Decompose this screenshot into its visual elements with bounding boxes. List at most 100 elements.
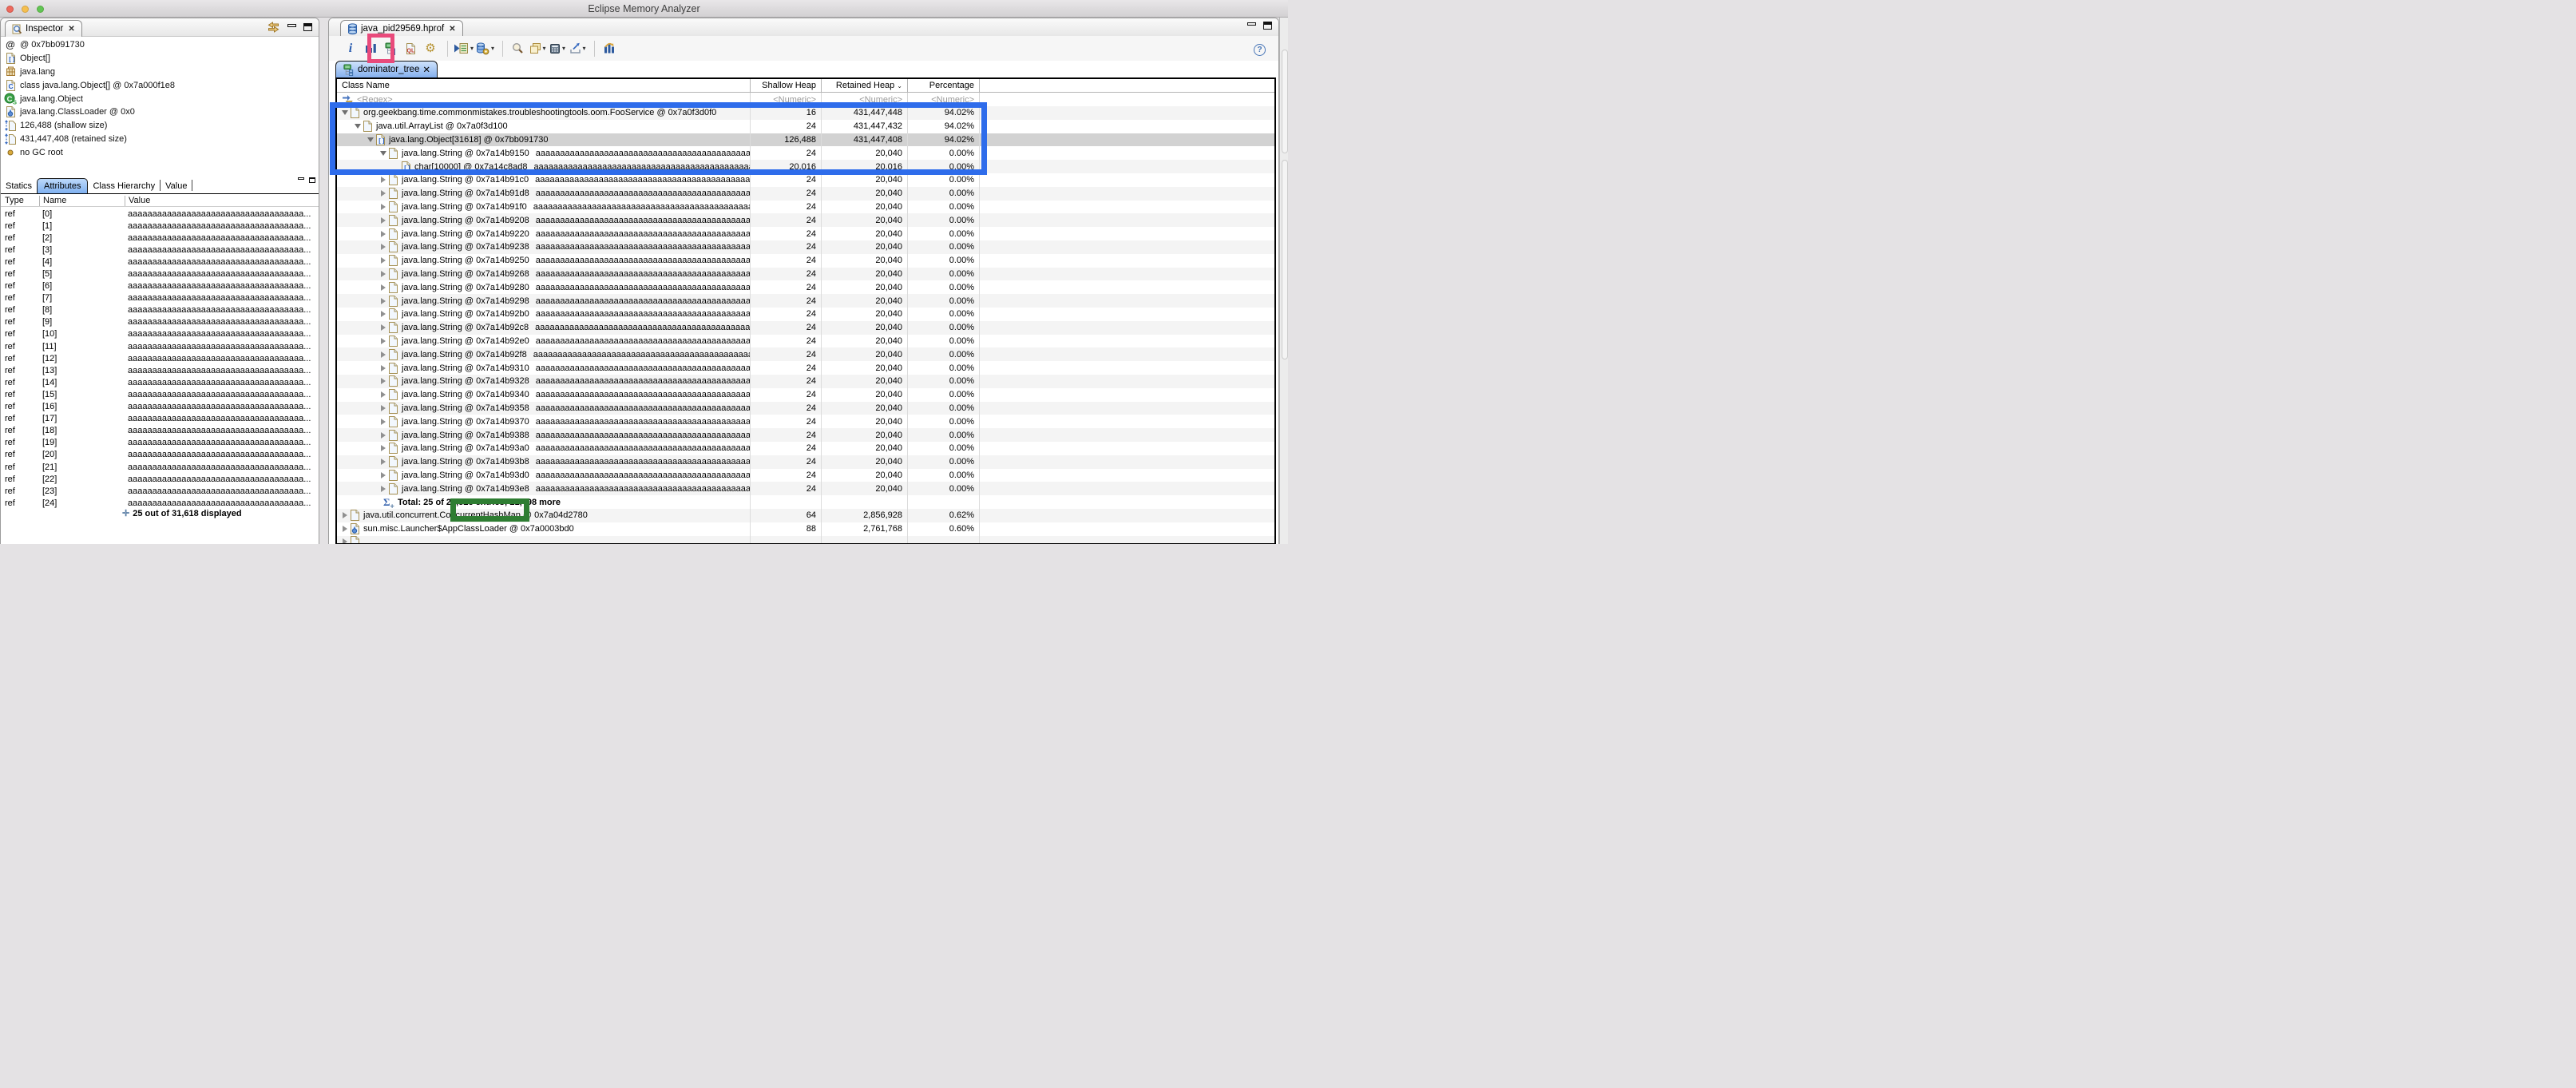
dominator-tree-button[interactable] (382, 39, 399, 58)
attribute-row[interactable]: ref[20]aaaaaaaaaaaaaaaaaaaaaaaaaaaaaaaaa… (1, 449, 319, 461)
attribute-row[interactable]: ref[9]aaaaaaaaaaaaaaaaaaaaaaaaaaaaaaaaaa… (1, 316, 319, 328)
tree-row[interactable]: java.lang.String @ 0x7a14b92c8aaaaaaaaaa… (337, 321, 1274, 335)
attribute-row[interactable]: ref[23]aaaaaaaaaaaaaaaaaaaaaaaaaaaaaaaaa… (1, 485, 319, 497)
tree-row[interactable]: java.lang.String @ 0x7a14b92e0aaaaaaaaaa… (337, 335, 1274, 348)
inspector-item[interactable]: java.lang (1, 66, 319, 79)
expand-icon[interactable] (381, 204, 386, 210)
tree-row[interactable]: java.lang.String @ 0x7a14b9328aaaaaaaaaa… (337, 375, 1274, 388)
tree-row[interactable]: java.lang.String @ 0x7a14b91f0aaaaaaaaaa… (337, 201, 1274, 214)
minimize-editor-icon[interactable] (1247, 22, 1256, 26)
customize-button[interactable]: ⚙ (422, 39, 439, 58)
tree-row[interactable]: java.lang.String @ 0x7a14b91c0aaaaaaaaaa… (337, 173, 1274, 187)
expand-icon[interactable] (381, 217, 386, 224)
expand-icon[interactable] (381, 419, 386, 425)
attribute-row[interactable]: ref[19]aaaaaaaaaaaaaaaaaaaaaaaaaaaaaaaaa… (1, 437, 319, 449)
attribute-row[interactable]: ref[6]aaaaaaaaaaaaaaaaaaaaaaaaaaaaaaaaaa… (1, 280, 319, 292)
column-header-value[interactable]: Value (125, 196, 319, 206)
tree-row[interactable]: java.lang.String @ 0x7a14b9238aaaaaaaaaa… (337, 240, 1274, 254)
calculator-button[interactable]: ▾ (549, 39, 566, 58)
minimize-view-icon[interactable] (287, 24, 296, 27)
expand-icon[interactable] (381, 231, 386, 237)
inspector-item[interactable]: @@ 0x7bb091730 (1, 38, 319, 52)
tree-row[interactable]: java.lang.String @ 0x7a14b92b0aaaaaaaaaa… (337, 308, 1274, 321)
tree-row[interactable]: java.lang.String @ 0x7a14b9340aaaaaaaaaa… (337, 388, 1274, 402)
tree-total-row[interactable]: Σ+Total: 25 of 21,523 entries; 21,498 mo… (337, 495, 1274, 509)
class-name-filter-input[interactable]: <Regex> (357, 95, 393, 105)
inspector-item[interactable]: java.lang.ClassLoader @ 0x0 (1, 105, 319, 119)
expand-icon[interactable] (381, 405, 386, 411)
expand-icon[interactable] (381, 271, 386, 277)
inspector-item[interactable]: 431,447,408 (retained size) (1, 133, 319, 146)
collapse-icon[interactable] (380, 151, 386, 156)
column-header-percentage[interactable]: Percentage (907, 79, 979, 92)
tree-row[interactable]: java.lang.String @ 0x7a14b9268aaaaaaaaaa… (337, 268, 1274, 281)
retained-heap-filter-input[interactable]: <Numeric> (821, 93, 907, 106)
expand-icon[interactable] (343, 526, 347, 532)
attribute-row[interactable]: ref[22]aaaaaaaaaaaaaaaaaaaaaaaaaaaaaaaaa… (1, 473, 319, 485)
tab-attributes[interactable]: Attributes (37, 178, 88, 193)
expand-icon[interactable] (381, 486, 386, 492)
tree-row[interactable]: java.lang.String @ 0x7a14b91d8aaaaaaaaaa… (337, 187, 1274, 201)
link-with-snapshot-icon[interactable] (267, 22, 280, 33)
column-header-class-name[interactable]: Class Name (337, 81, 750, 90)
attribute-row[interactable]: ref[14]aaaaaaaaaaaaaaaaaaaaaaaaaaaaaaaaa… (1, 376, 319, 388)
chevron-down-icon[interactable]: ▾ (583, 45, 586, 52)
attribute-row[interactable]: ref[1]aaaaaaaaaaaaaaaaaaaaaaaaaaaaaaaaaa… (1, 220, 319, 232)
attribute-row[interactable]: ref[21]aaaaaaaaaaaaaaaaaaaaaaaaaaaaaaaaa… (1, 461, 319, 473)
attribute-row[interactable]: ref[10]aaaaaaaaaaaaaaaaaaaaaaaaaaaaaaaaa… (1, 328, 319, 340)
expand-icon[interactable] (381, 177, 386, 183)
expand-icon[interactable] (381, 391, 386, 398)
compare-button[interactable] (600, 39, 618, 58)
tree-row[interactable]: sun.misc.Launcher$AppClassLoader @ 0x7a0… (337, 522, 1274, 536)
expand-icon[interactable] (381, 365, 386, 371)
tree-row[interactable]: java.util.ArrayList @ 0x7a0f3d10024431,4… (337, 120, 1274, 133)
attribute-row[interactable]: ref[18]aaaaaaaaaaaaaaaaaaaaaaaaaaaaaaaaa… (1, 425, 319, 437)
expand-icon[interactable] (381, 244, 386, 250)
maximize-view-icon[interactable] (303, 23, 312, 31)
attribute-row[interactable]: ref[3]aaaaaaaaaaaaaaaaaaaaaaaaaaaaaaaaaa… (1, 244, 319, 256)
close-window-button[interactable] (6, 6, 14, 13)
help-icon[interactable]: ? (1254, 44, 1266, 56)
column-header-shallow-heap[interactable]: Shallow Heap (750, 79, 821, 92)
tree-row[interactable]: []java.lang.Object[31618] @ 0x7bb0917301… (337, 133, 1274, 147)
tab-value[interactable]: Value (161, 179, 192, 193)
tab-statics[interactable]: Statics (1, 179, 37, 193)
tree-row[interactable]: java.util.concurrent.ConcurrentHashMap @… (337, 509, 1274, 522)
attribute-row[interactable]: ref[16]aaaaaaaaaaaaaaaaaaaaaaaaaaaaaaaaa… (1, 401, 319, 413)
tree-row[interactable]: java.lang.String @ 0x7a14b9220aaaaaaaaaa… (337, 227, 1274, 240)
heap-overview-button[interactable]: ▾ (476, 39, 494, 58)
group-by-button[interactable]: ▾ (529, 39, 546, 58)
tree-row[interactable]: java.lang.String @ 0x7a14b9310aaaaaaaaaa… (337, 361, 1274, 375)
close-icon[interactable]: ✕ (449, 25, 455, 34)
expand-icon[interactable] (381, 311, 386, 317)
inspector-item[interactable]: []Object[] (1, 52, 319, 66)
export-button[interactable]: ▾ (569, 39, 586, 58)
expand-icon[interactable] (381, 284, 386, 291)
tree-row[interactable]: org.geekbang.time.commonmistakes.trouble… (337, 106, 1274, 120)
query-browser-button[interactable]: ▾ (454, 39, 474, 58)
attribute-row[interactable]: ref[7]aaaaaaaaaaaaaaaaaaaaaaaaaaaaaaaaaa… (1, 292, 319, 304)
collapse-icon[interactable] (367, 137, 374, 142)
column-header-name[interactable]: Name (39, 196, 125, 206)
collapse-icon[interactable] (355, 124, 361, 129)
tree-row[interactable]: java.lang.String @ 0x7a14b93e8aaaaaaaaaa… (337, 482, 1274, 495)
tree-row-partial[interactable] (337, 536, 1274, 545)
expand-icon[interactable] (381, 351, 386, 358)
inspector-item[interactable]: CSjava.lang.Object (1, 92, 319, 105)
tree-row[interactable]: java.lang.String @ 0x7a14b9208aaaaaaaaaa… (337, 213, 1274, 227)
tab-class-hierarchy[interactable]: Class Hierarchy (88, 179, 160, 193)
tab-inspector[interactable]: Inspector ✕ (5, 20, 82, 37)
expand-icon[interactable] (381, 459, 386, 465)
chevron-down-icon[interactable]: ▾ (491, 45, 494, 52)
attribute-row[interactable]: ref[8]aaaaaaaaaaaaaaaaaaaaaaaaaaaaaaaaaa… (1, 304, 319, 316)
attribute-row[interactable]: ref[0]aaaaaaaaaaaaaaaaaaaaaaaaaaaaaaaaaa… (1, 208, 319, 220)
tree-row[interactable]: java.lang.String @ 0x7a14b9280aaaaaaaaaa… (337, 280, 1274, 294)
attribute-row[interactable]: ref[11]aaaaaaaaaaaaaaaaaaaaaaaaaaaaaaaaa… (1, 340, 319, 352)
attribute-row[interactable]: ref[4]aaaaaaaaaaaaaaaaaaaaaaaaaaaaaaaaaa… (1, 256, 319, 268)
tree-row[interactable]: java.lang.String @ 0x7a14b93a0aaaaaaaaaa… (337, 442, 1274, 455)
expand-icon[interactable] (381, 324, 386, 331)
collapse-icon[interactable] (342, 110, 348, 115)
attribute-row[interactable]: ref[15]aaaaaaaaaaaaaaaaaaaaaaaaaaaaaaaaa… (1, 388, 319, 400)
tree-row[interactable]: java.lang.String @ 0x7a14b9150aaaaaaaaaa… (337, 146, 1274, 160)
chevron-down-icon[interactable]: ▾ (470, 45, 474, 52)
